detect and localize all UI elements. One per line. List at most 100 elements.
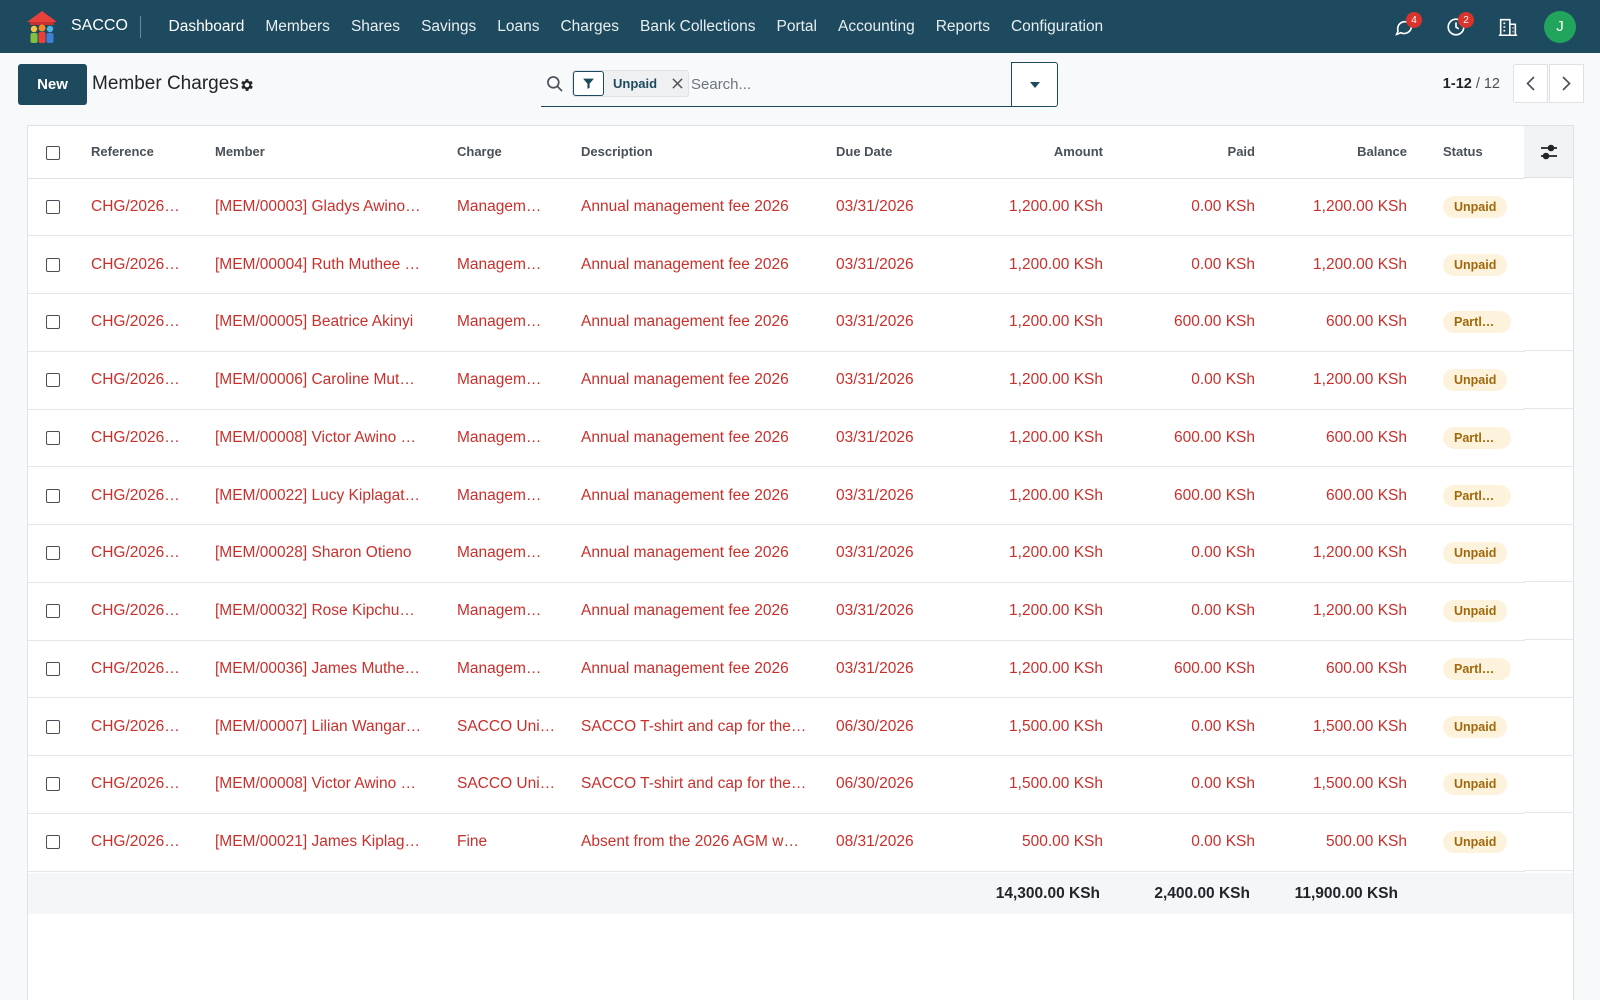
member-link[interactable]: [MEM/00021] James Kiplag… — [215, 813, 457, 872]
reference-link[interactable]: CHG/2026… — [91, 293, 215, 352]
pager-previous-button[interactable] — [1513, 64, 1548, 103]
amount-cell[interactable]: 1,200.00 KSh — [949, 524, 1103, 583]
balance-cell[interactable]: 1,200.00 KSh — [1255, 582, 1407, 641]
balance-cell[interactable]: 600.00 KSh — [1255, 466, 1407, 525]
due-date-cell[interactable]: 03/31/2026 — [836, 524, 949, 583]
description-cell[interactable]: Annual management fee 2026 — [581, 524, 836, 583]
table-row[interactable]: CHG/2026… [MEM/00036] James Muthe… Managem… — [28, 640, 1525, 699]
user-avatar[interactable]: J — [1544, 10, 1576, 43]
charge-link[interactable]: Fine — [457, 813, 581, 872]
balance-cell[interactable]: 600.00 KSh — [1255, 293, 1407, 352]
row-checkbox[interactable] — [46, 604, 60, 619]
due-date-cell[interactable]: 03/31/2026 — [836, 582, 949, 641]
member-link[interactable]: [MEM/00036] James Muthe… — [215, 640, 457, 699]
activities-button[interactable]: 2 — [1430, 0, 1482, 53]
description-cell[interactable]: Annual management fee 2026 — [581, 466, 836, 525]
reference-link[interactable]: CHG/2026… — [91, 409, 215, 468]
company-switcher-button[interactable] — [1482, 0, 1534, 53]
paid-cell[interactable]: 0.00 KSh — [1103, 235, 1255, 294]
menu-item-bank-collections[interactable]: Bank Collections — [630, 0, 766, 53]
paid-cell[interactable]: 600.00 KSh — [1103, 466, 1255, 525]
member-link[interactable]: [MEM/00007] Lilian Wangar… — [215, 697, 457, 756]
reference-link[interactable]: CHG/2026… — [91, 697, 215, 756]
balance-cell[interactable]: 1,500.00 KSh — [1255, 755, 1407, 814]
amount-cell[interactable]: 1,200.00 KSh — [949, 409, 1103, 468]
charge-link[interactable]: Managem… — [457, 178, 581, 237]
charge-link[interactable]: Managem… — [457, 235, 581, 294]
charge-link[interactable]: Managem… — [457, 582, 581, 641]
description-cell[interactable]: Annual management fee 2026 — [581, 351, 836, 410]
description-cell[interactable]: Annual management fee 2026 — [581, 582, 836, 641]
member-link[interactable]: [MEM/00004] Ruth Muthee … — [215, 235, 457, 294]
messages-button[interactable]: 4 — [1378, 0, 1430, 53]
row-checkbox[interactable] — [46, 488, 60, 503]
row-checkbox[interactable] — [46, 719, 60, 734]
description-cell[interactable]: SACCO T-shirt and cap for the… — [581, 755, 836, 814]
menu-item-configuration[interactable]: Configuration — [1000, 0, 1113, 53]
menu-item-portal[interactable]: Portal — [766, 0, 828, 53]
charge-link[interactable]: Managem… — [457, 351, 581, 410]
amount-cell[interactable]: 1,200.00 KSh — [949, 466, 1103, 525]
column-header-reference[interactable]: Reference — [91, 126, 215, 179]
charge-link[interactable]: Managem… — [457, 524, 581, 583]
paid-cell[interactable]: 600.00 KSh — [1103, 293, 1255, 352]
paid-cell[interactable]: 0.00 KSh — [1103, 697, 1255, 756]
table-row[interactable]: CHG/2026… [MEM/00008] Victor Awino … SACCO… — [28, 755, 1525, 814]
row-checkbox[interactable] — [46, 373, 60, 388]
description-cell[interactable]: SACCO T-shirt and cap for the… — [581, 697, 836, 756]
paid-cell[interactable]: 0.00 KSh — [1103, 813, 1255, 872]
charge-link[interactable]: Managem… — [457, 409, 581, 468]
due-date-cell[interactable]: 06/30/2026 — [836, 755, 949, 814]
amount-cell[interactable]: 1,200.00 KSh — [949, 582, 1103, 641]
description-cell[interactable]: Annual management fee 2026 — [581, 178, 836, 237]
balance-cell[interactable]: 1,200.00 KSh — [1255, 178, 1407, 237]
amount-cell[interactable]: 1,200.00 KSh — [949, 351, 1103, 410]
description-cell[interactable]: Annual management fee 2026 — [581, 235, 836, 294]
paid-cell[interactable]: 0.00 KSh — [1103, 351, 1255, 410]
new-button[interactable]: New — [18, 64, 87, 105]
due-date-cell[interactable]: 03/31/2026 — [836, 235, 949, 294]
balance-cell[interactable]: 1,200.00 KSh — [1255, 235, 1407, 294]
balance-cell[interactable]: 1,500.00 KSh — [1255, 697, 1407, 756]
balance-cell[interactable]: 600.00 KSh — [1255, 640, 1407, 699]
app-name[interactable]: SACCO — [71, 17, 128, 35]
paid-cell[interactable]: 0.00 KSh — [1103, 524, 1255, 583]
column-header-paid[interactable]: Paid — [1103, 126, 1255, 179]
column-header-due-date[interactable]: Due Date — [836, 126, 949, 179]
reference-link[interactable]: CHG/2026… — [91, 813, 215, 872]
row-checkbox[interactable] — [46, 430, 60, 445]
row-checkbox[interactable] — [46, 546, 60, 561]
member-link[interactable]: [MEM/00022] Lucy Kiplagat… — [215, 466, 457, 525]
table-row[interactable]: CHG/2026… [MEM/00005] Beatrice Akinyi Mana… — [28, 293, 1525, 352]
table-row[interactable]: CHG/2026… [MEM/00006] Caroline Mut… Manage… — [28, 351, 1525, 410]
table-row[interactable]: CHG/2026… [MEM/00028] Sharon Otieno Manage… — [28, 524, 1525, 583]
amount-cell[interactable]: 1,200.00 KSh — [949, 640, 1103, 699]
reference-link[interactable]: CHG/2026… — [91, 466, 215, 525]
due-date-cell[interactable]: 03/31/2026 — [836, 640, 949, 699]
search-input[interactable] — [691, 72, 1001, 96]
column-header-charge[interactable]: Charge — [457, 126, 581, 179]
due-date-cell[interactable]: 03/31/2026 — [836, 351, 949, 410]
search-facet[interactable]: Unpaid — [572, 70, 690, 97]
reference-link[interactable]: CHG/2026… — [91, 235, 215, 294]
reference-link[interactable]: CHG/2026… — [91, 178, 215, 237]
search-options-toggle[interactable] — [1011, 62, 1058, 107]
select-all-checkbox[interactable] — [46, 145, 60, 160]
description-cell[interactable]: Absent from the 2026 AGM w… — [581, 813, 836, 872]
optional-columns-toggle[interactable] — [1524, 126, 1573, 178]
amount-cell[interactable]: 1,200.00 KSh — [949, 235, 1103, 294]
remove-facet-icon[interactable] — [666, 71, 688, 96]
charge-link[interactable]: SACCO Uni… — [457, 755, 581, 814]
due-date-cell[interactable]: 03/31/2026 — [836, 178, 949, 237]
column-header-balance[interactable]: Balance — [1255, 126, 1407, 179]
column-header-amount[interactable]: Amount — [949, 126, 1103, 179]
due-date-cell[interactable]: 03/31/2026 — [836, 466, 949, 525]
column-header-status[interactable]: Status — [1407, 126, 1525, 179]
menu-item-savings[interactable]: Savings — [411, 0, 487, 53]
description-cell[interactable]: Annual management fee 2026 — [581, 409, 836, 468]
due-date-cell[interactable]: 06/30/2026 — [836, 697, 949, 756]
member-link[interactable]: [MEM/00008] Victor Awino … — [215, 755, 457, 814]
amount-cell[interactable]: 1,500.00 KSh — [949, 697, 1103, 756]
amount-cell[interactable]: 1,500.00 KSh — [949, 755, 1103, 814]
search-icon[interactable] — [545, 74, 565, 94]
